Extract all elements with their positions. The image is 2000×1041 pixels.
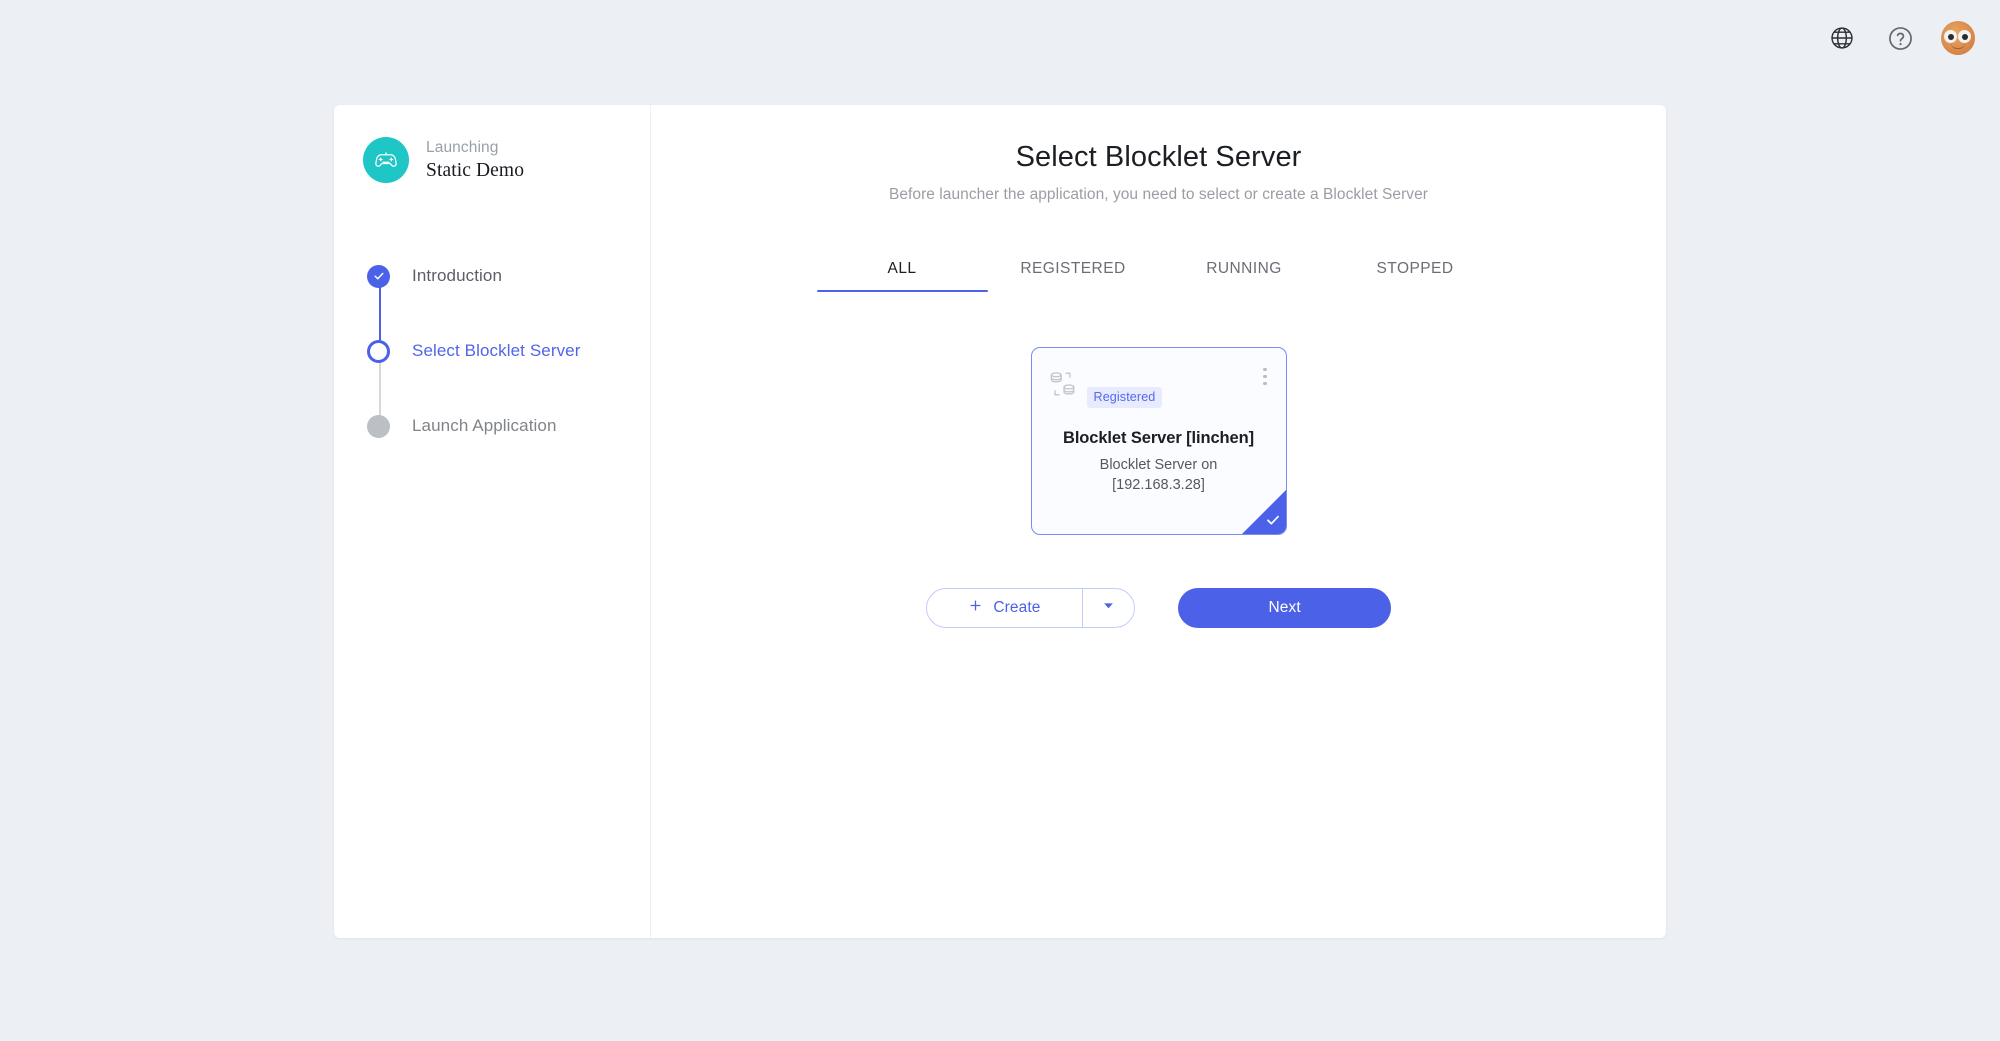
tab-running[interactable]: RUNNING — [1159, 260, 1330, 292]
page-title: Select Blocklet Server — [1016, 141, 1302, 174]
help-icon[interactable] — [1883, 21, 1917, 55]
app-meta: Launching Static Demo — [426, 139, 524, 182]
create-dropdown-button[interactable] — [1083, 589, 1134, 627]
sidebar-step-label-introduction: Introduction — [412, 266, 502, 286]
app-header: Launching Static Demo — [363, 137, 650, 183]
server-card-list: Registered Blocklet Server [linchen] Blo… — [1031, 347, 1287, 535]
status-badge: Registered — [1087, 387, 1163, 408]
server-card-description-line1: Blocklet Server on — [1048, 456, 1270, 476]
server-card-header: Registered — [1048, 367, 1270, 408]
content-area: Select Blocklet Server Before launcher t… — [651, 105, 1666, 938]
create-split-button: Create — [926, 588, 1135, 628]
wizard-panel: Launching Static Demo Introduction Selec… — [334, 105, 1666, 938]
globe-icon[interactable] — [1825, 21, 1859, 55]
stepper: Introduction Select Blocklet Server Laun… — [363, 247, 650, 455]
chevron-down-icon — [1102, 599, 1115, 617]
create-button[interactable]: Create — [927, 589, 1082, 627]
app-eyebrow: Launching — [426, 139, 524, 157]
step-dot-done-icon — [367, 265, 390, 288]
kebab-menu-icon[interactable] — [1258, 364, 1271, 389]
step-dot-pending-icon — [367, 415, 390, 438]
server-card-description: Blocklet Server on [192.168.3.28] — [1048, 456, 1270, 495]
step-dot-active-icon — [367, 340, 390, 363]
tab-stopped[interactable]: STOPPED — [1330, 260, 1501, 292]
server-cluster-icon — [1048, 368, 1081, 406]
server-card[interactable]: Registered Blocklet Server [linchen] Blo… — [1031, 347, 1287, 535]
sidebar-step-select-blocklet-server[interactable]: Select Blocklet Server — [363, 322, 650, 380]
sidebar-step-introduction[interactable]: Introduction — [363, 247, 650, 305]
page-subtitle: Before launcher the application, you nee… — [889, 186, 1428, 204]
server-card-name: Blocklet Server [linchen] — [1048, 429, 1270, 448]
selected-check-icon — [1242, 490, 1286, 534]
avatar-eye-left — [1944, 30, 1957, 43]
topbar — [1825, 0, 2000, 76]
sidebar-step-label-launch-application: Launch Application — [412, 416, 557, 436]
sidebar-step-launch-application[interactable]: Launch Application — [363, 397, 650, 455]
tab-registered[interactable]: REGISTERED — [988, 260, 1159, 292]
tab-bar: ALL REGISTERED RUNNING STOPPED — [817, 260, 1501, 292]
next-button[interactable]: Next — [1178, 588, 1391, 628]
sidebar: Launching Static Demo Introduction Selec… — [334, 105, 651, 938]
avatar[interactable] — [1941, 21, 1975, 55]
app-title: Static Demo — [426, 160, 524, 182]
sidebar-step-label-select-blocklet-server: Select Blocklet Server — [412, 341, 581, 361]
avatar-eye-right — [1958, 30, 1971, 43]
tab-all[interactable]: ALL — [817, 260, 988, 292]
server-card-description-line2: [192.168.3.28] — [1048, 476, 1270, 496]
avatar-mouth — [1951, 43, 1965, 49]
create-button-label: Create — [993, 599, 1040, 617]
gamepad-icon — [363, 137, 409, 183]
action-bar: Create Next — [926, 588, 1391, 628]
plus-icon — [968, 598, 983, 618]
